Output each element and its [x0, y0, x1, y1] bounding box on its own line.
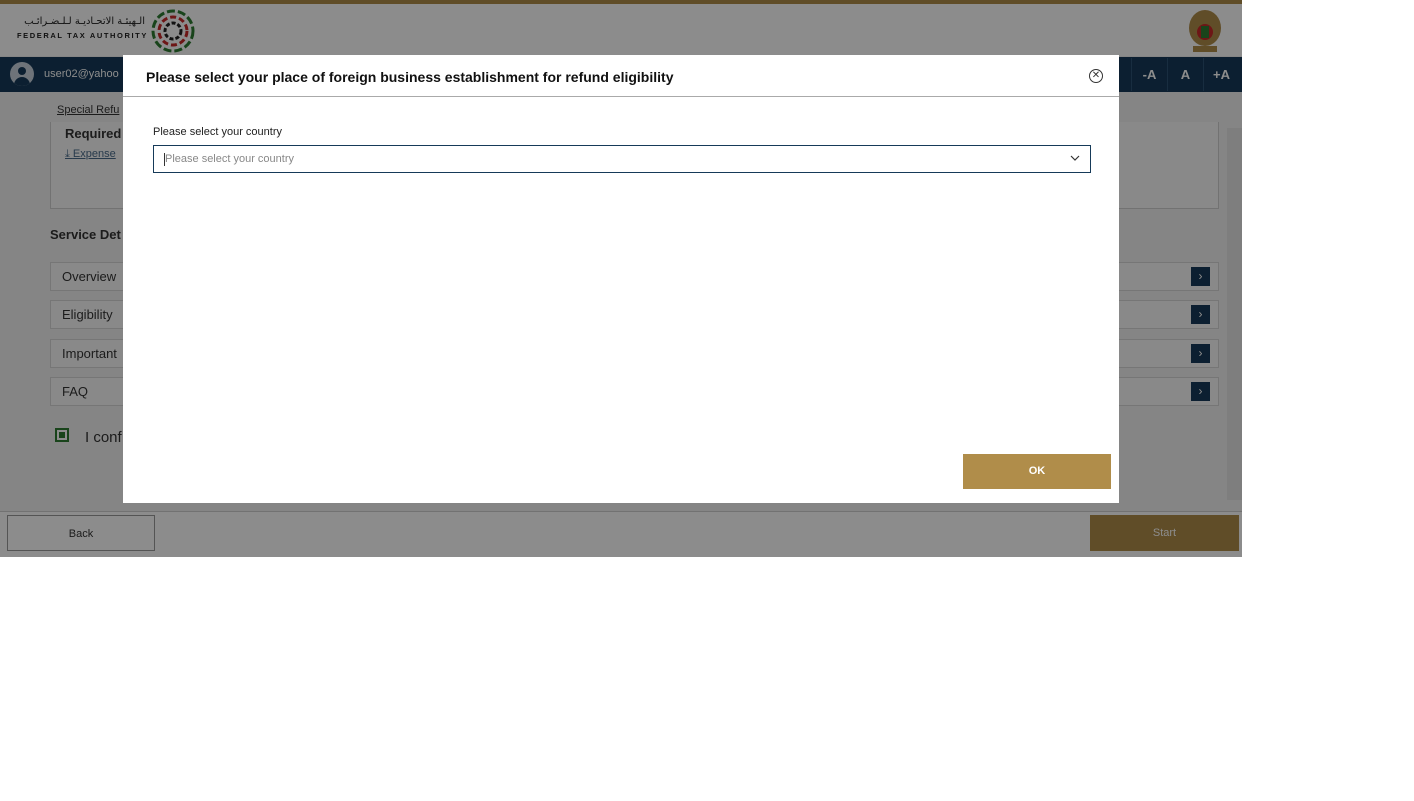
- country-select-placeholder: Please select your country: [165, 153, 295, 165]
- app-root: الـهيئـة الاتحـاديـة لـلـضـرائـب FEDERAL…: [0, 0, 1242, 557]
- modal-header: Please select your place of foreign busi…: [123, 55, 1119, 97]
- ok-button[interactable]: OK: [963, 454, 1111, 489]
- country-select[interactable]: Please select your country: [153, 145, 1091, 173]
- country-select-modal: Please select your place of foreign busi…: [123, 55, 1119, 503]
- country-field-label: Please select your country: [153, 126, 283, 138]
- modal-title: Please select your place of foreign busi…: [146, 69, 674, 85]
- close-icon[interactable]: ✕: [1089, 69, 1103, 83]
- chevron-down-icon[interactable]: [1069, 152, 1081, 164]
